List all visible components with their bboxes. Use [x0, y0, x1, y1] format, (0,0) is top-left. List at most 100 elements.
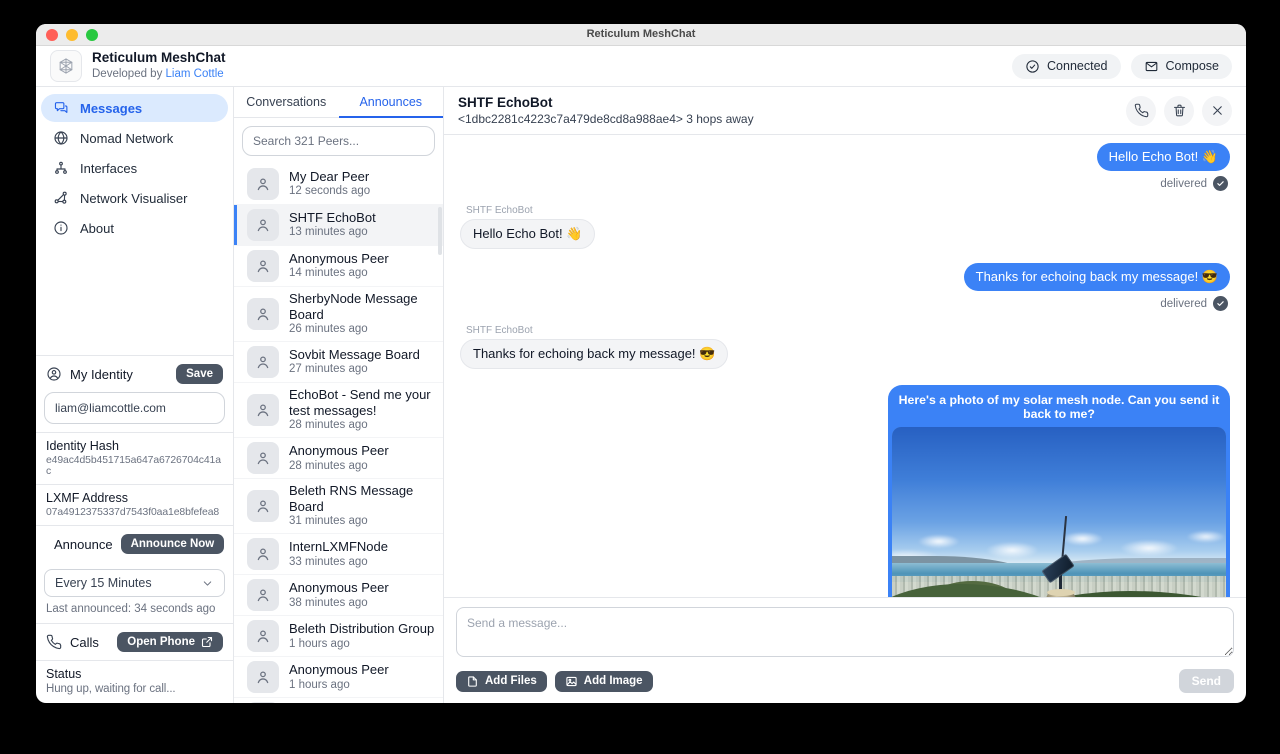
peer-name: SHTF EchoBot	[289, 210, 376, 226]
peer-name: InternLXMFNode	[289, 539, 388, 555]
avatar	[247, 168, 279, 200]
person-icon	[254, 497, 272, 515]
sidebar-item-messages[interactable]: Messages	[41, 94, 228, 122]
outgoing-message: Thanks for echoing back my message! 😎	[964, 263, 1230, 291]
person-icon	[254, 401, 272, 419]
connected-status-badge[interactable]: Connected	[1012, 54, 1120, 79]
network-nodes-icon	[53, 190, 69, 206]
avatar	[247, 490, 279, 522]
person-icon	[254, 586, 272, 604]
close-conversation-button[interactable]	[1202, 96, 1232, 126]
peers-panel: Conversations Announces My Dear Peer12 s…	[234, 87, 444, 703]
add-files-button[interactable]: Add Files	[456, 671, 547, 692]
file-icon	[466, 675, 479, 688]
announce-now-button[interactable]: Announce Now	[121, 534, 225, 554]
incoming-message: Hello Echo Bot! 👋	[460, 219, 595, 249]
connected-label: Connected	[1047, 59, 1107, 73]
calls-label: Calls	[70, 635, 109, 650]
envelope-icon	[1144, 59, 1159, 74]
peer-time: 33 minutes ago	[289, 555, 388, 570]
peer-row[interactable]: SherbyNode Message Board26 minutes ago	[234, 287, 443, 342]
message-status: delivered	[1160, 296, 1228, 311]
peer-row[interactable]: EchoBot - Send me your test messages!28 …	[234, 383, 443, 438]
message-status: delivered	[1160, 176, 1228, 191]
peer-time: 38 minutes ago	[289, 596, 389, 611]
save-button[interactable]: Save	[176, 364, 223, 384]
peer-row[interactable]: Anonymous Peer14 minutes ago	[234, 246, 443, 287]
avatar	[247, 346, 279, 378]
app-logo	[50, 50, 82, 82]
avatar	[247, 661, 279, 693]
peer-name: Anonymous Peer	[289, 580, 389, 596]
window-title: Reticulum MeshChat	[36, 28, 1246, 40]
avatar	[247, 579, 279, 611]
peer-name: Sovbit Message Board	[289, 347, 420, 363]
person-icon	[254, 216, 272, 234]
tab-announces[interactable]: Announces	[339, 87, 444, 118]
open-phone-label: Open Phone	[127, 636, 195, 648]
peer-row[interactable]: Alixpat1 hours ago	[234, 698, 443, 703]
peer-row[interactable]: Anonymous Peer38 minutes ago	[234, 575, 443, 616]
developer-link[interactable]: Liam Cottle	[166, 68, 224, 80]
external-link-icon	[201, 636, 213, 648]
titlebar: Reticulum MeshChat	[36, 24, 1246, 46]
outgoing-image-message[interactable]: Here's a photo of my solar mesh node. Ca…	[888, 385, 1230, 597]
identity-hash-section: Identity Hash e49ac4d5b451715a647a672670…	[36, 432, 233, 484]
peer-row[interactable]: My Dear Peer12 seconds ago	[234, 164, 443, 205]
peer-row-selected[interactable]: SHTF EchoBot13 minutes ago	[234, 205, 443, 246]
sidebar-item-about[interactable]: About	[41, 214, 228, 242]
identity-hash-label: Identity Hash	[46, 439, 223, 453]
peer-row[interactable]: Anonymous Peer1 hours ago	[234, 657, 443, 698]
person-icon	[254, 627, 272, 645]
lxmf-address-label: LXMF Address	[46, 491, 223, 505]
announce-interval-value: Every 15 Minutes	[55, 576, 152, 590]
call-status-section: Status Hung up, waiting for call...	[36, 660, 233, 703]
add-image-button[interactable]: Add Image	[555, 671, 653, 692]
call-peer-button[interactable]	[1126, 96, 1156, 126]
peer-row[interactable]: Sovbit Message Board27 minutes ago	[234, 342, 443, 383]
send-button[interactable]: Send	[1179, 669, 1234, 693]
peer-name: Anonymous Peer	[289, 662, 389, 678]
peers-scrollbar[interactable]	[438, 207, 442, 255]
sidebar-item-nomad-network[interactable]: Nomad Network	[41, 124, 228, 152]
peer-row[interactable]: Beleth RNS Message Board31 minutes ago	[234, 479, 443, 534]
sidebar-item-network-visualiser[interactable]: Network Visualiser	[41, 184, 228, 212]
delete-conversation-button[interactable]	[1164, 96, 1194, 126]
phone-icon	[1134, 103, 1149, 118]
chat-peer-subtitle: <1dbc2281c4223c7a479de8cd8a988ae4> 3 hop…	[458, 112, 754, 128]
peer-time: 12 seconds ago	[289, 184, 370, 199]
sidebar-item-interfaces[interactable]: Interfaces	[41, 154, 228, 182]
peer-row[interactable]: Anonymous Peer28 minutes ago	[234, 438, 443, 479]
delivered-label: delivered	[1160, 178, 1207, 190]
person-icon	[254, 449, 272, 467]
message-input[interactable]	[456, 607, 1234, 657]
peer-row[interactable]: Beleth Distribution Group1 hours ago	[234, 616, 443, 657]
person-icon	[254, 175, 272, 193]
peer-time: 26 minutes ago	[289, 322, 435, 337]
chevron-down-icon	[201, 577, 214, 590]
announce-interval-select[interactable]: Every 15 Minutes	[44, 569, 225, 597]
compose-button[interactable]: Compose	[1131, 54, 1233, 79]
display-name-field[interactable]	[44, 392, 225, 424]
sidebar-item-label: Nomad Network	[80, 131, 173, 146]
person-icon	[254, 257, 272, 275]
globe-icon	[53, 130, 69, 146]
incoming-sender-label: SHTF EchoBot	[466, 205, 533, 216]
open-phone-button[interactable]: Open Phone	[117, 632, 223, 652]
avatar	[247, 209, 279, 241]
lxmf-address-section: LXMF Address 07a4912375337d7543f0aa1e8bf…	[36, 484, 233, 525]
sidebar-item-label: About	[80, 221, 114, 236]
status-value: Hung up, waiting for call...	[46, 683, 223, 695]
peer-name: Beleth RNS Message Board	[289, 483, 435, 514]
peer-time: 1 hours ago	[289, 678, 389, 693]
image-icon	[565, 675, 578, 688]
person-icon	[254, 668, 272, 686]
tab-conversations[interactable]: Conversations	[234, 87, 339, 118]
person-circle-icon	[46, 366, 62, 382]
peer-name: SherbyNode Message Board	[289, 291, 435, 322]
person-icon	[254, 353, 272, 371]
peer-row[interactable]: InternLXMFNode33 minutes ago	[234, 534, 443, 575]
avatar	[247, 702, 279, 703]
peer-time: 27 minutes ago	[289, 362, 420, 377]
search-peers-input[interactable]	[242, 126, 435, 156]
